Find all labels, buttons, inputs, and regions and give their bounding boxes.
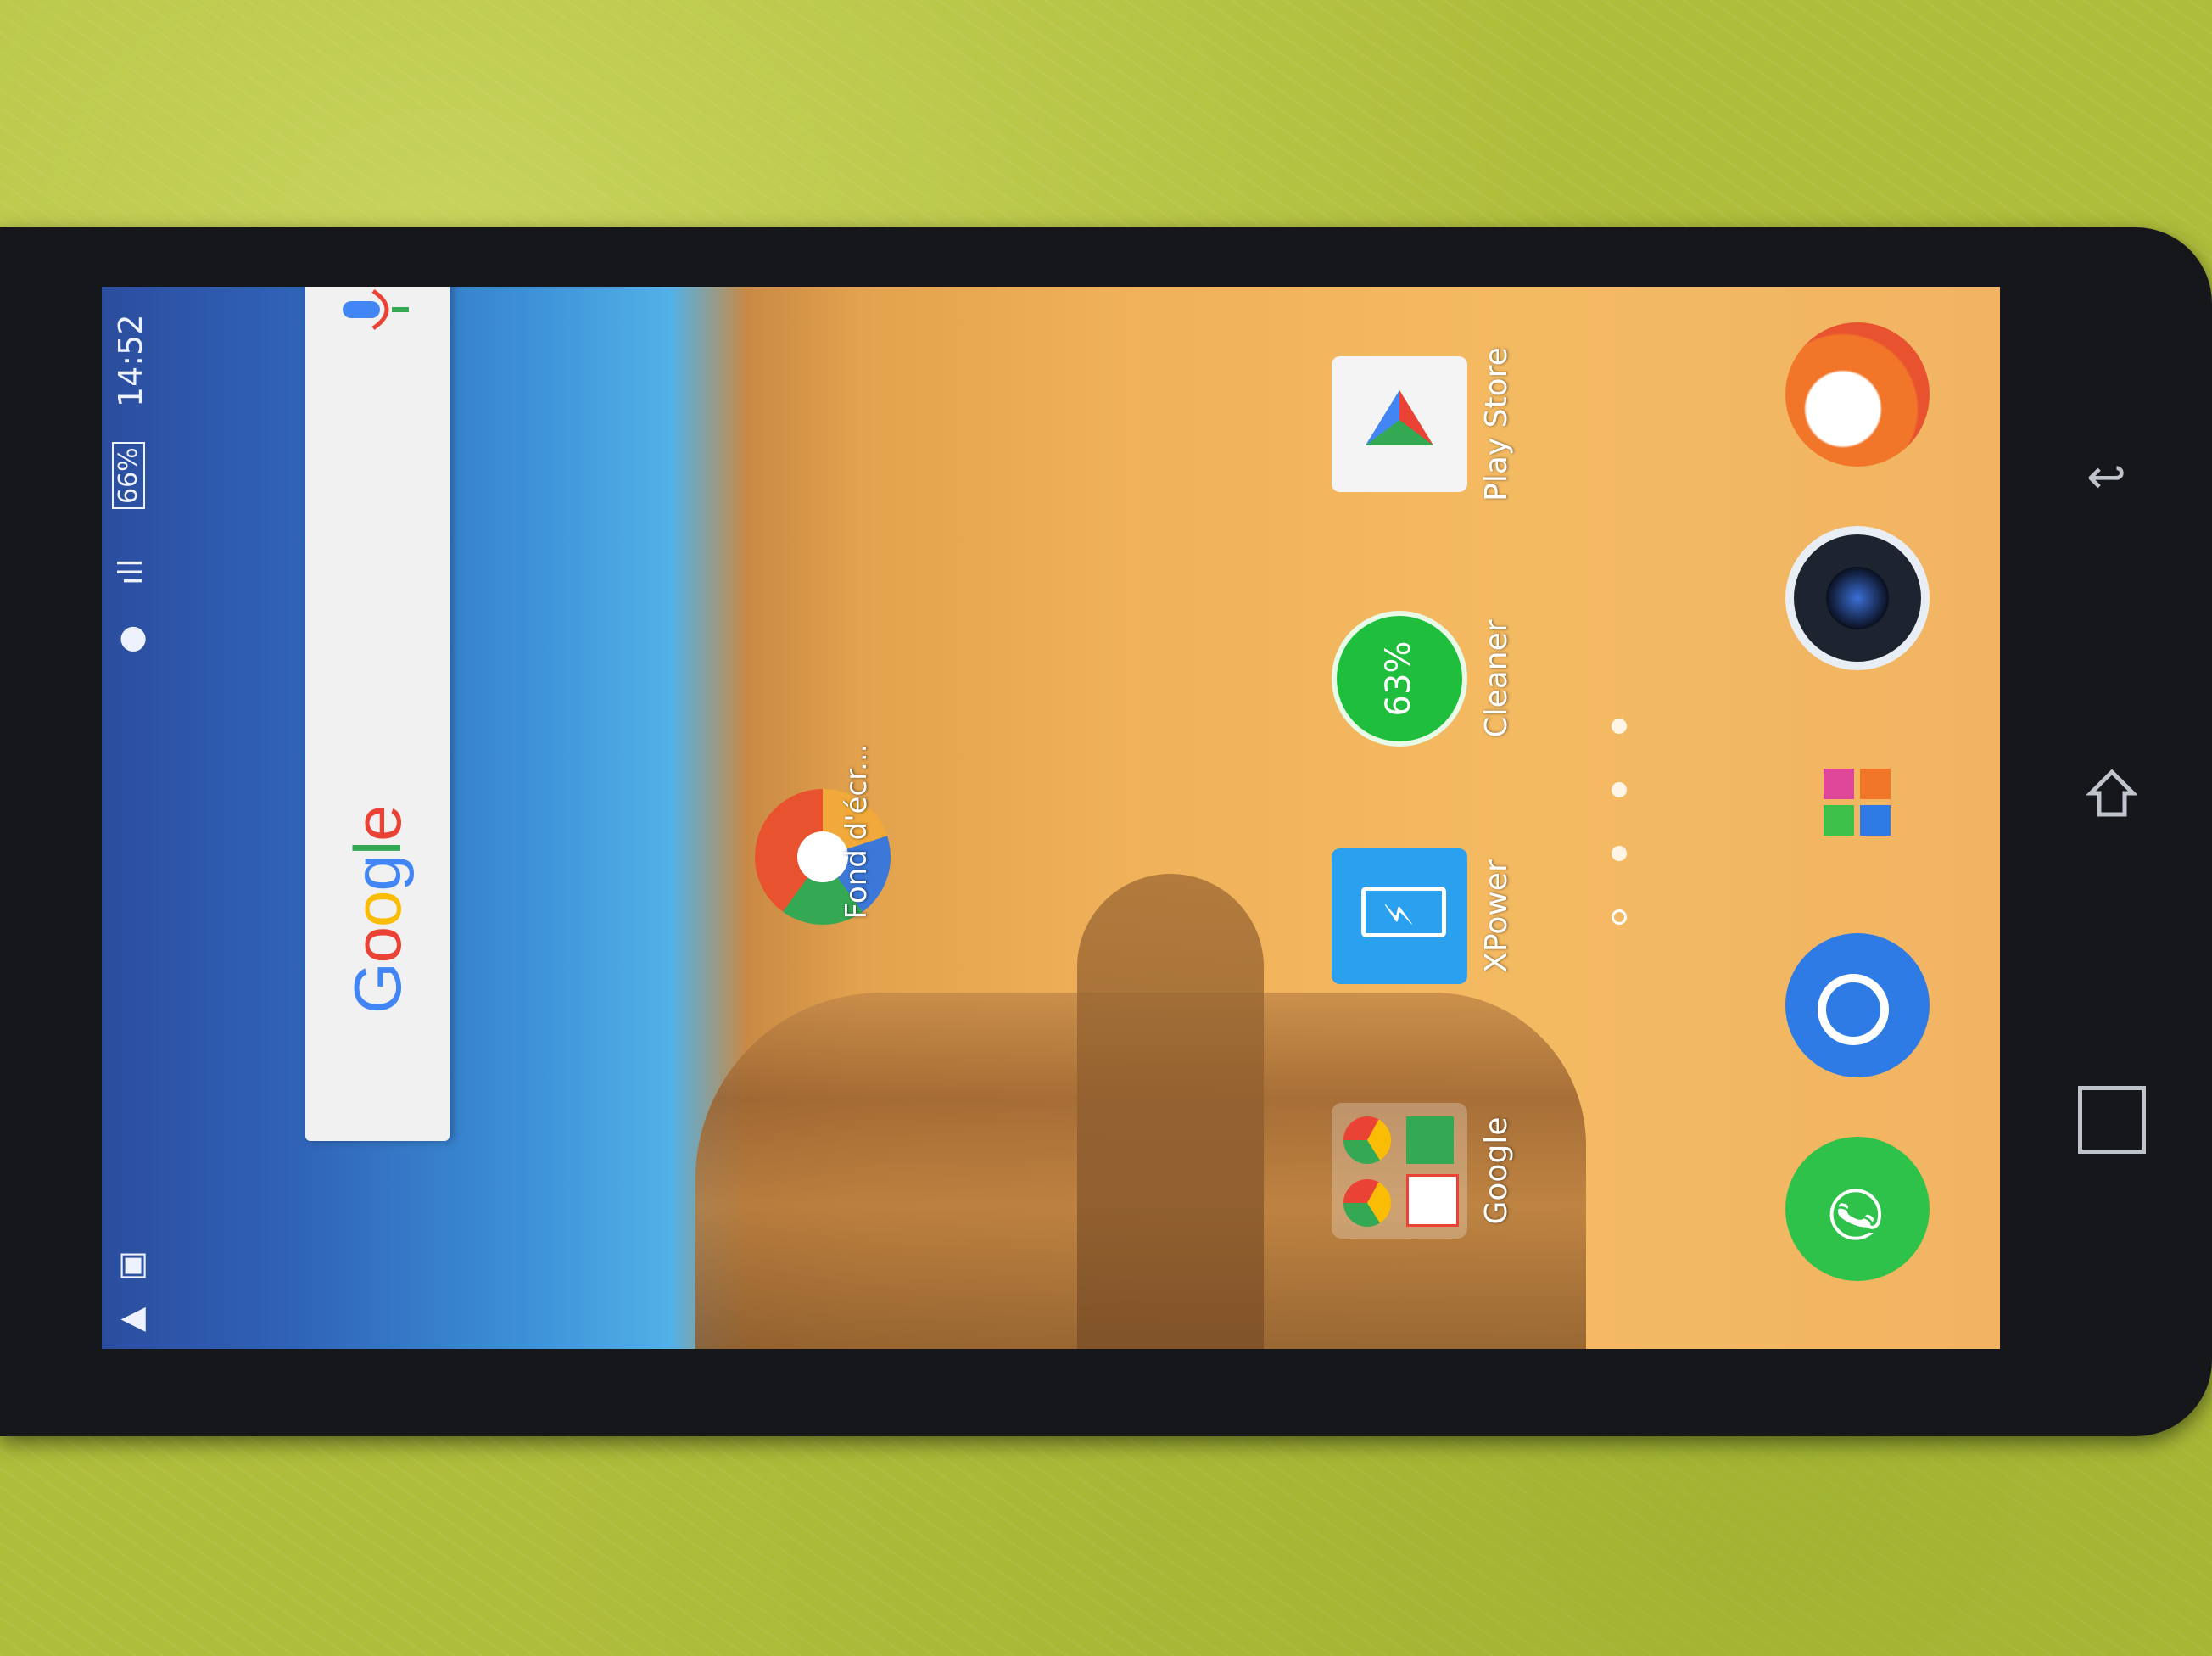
page-dot — [1612, 782, 1627, 797]
camera-icon[interactable] — [1785, 526, 1930, 670]
xpower-icon: ⚡ — [1332, 848, 1467, 984]
page-indicator — [1612, 704, 1628, 925]
cleaner-icon: 63% — [1332, 611, 1467, 747]
google-search-bar[interactable]: Google — [305, 287, 450, 1141]
mic-icon[interactable] — [339, 287, 416, 335]
app-play-store[interactable]: Play Store — [1332, 314, 1514, 534]
page-dot-current — [1612, 909, 1627, 925]
app-label-xpower: XPower — [1479, 859, 1514, 973]
page-dot — [1612, 719, 1627, 734]
phone-icon[interactable]: ✆ — [1785, 1137, 1930, 1281]
app-drawer-icon[interactable] — [1785, 730, 1930, 874]
image-notification-icon: ▣ — [112, 1250, 149, 1281]
signal-icon: ıll — [112, 558, 149, 585]
google-logo: Google — [340, 805, 415, 1014]
app-google-folder[interactable]: Google — [1332, 1060, 1514, 1281]
play-triangle-icon — [1366, 390, 1433, 445]
app-xpower[interactable]: ⚡ XPower — [1332, 806, 1514, 1027]
app-label-cleaner: Cleaner — [1479, 619, 1514, 738]
google-folder-icon — [1332, 1103, 1467, 1239]
page-dot — [1612, 846, 1627, 861]
widget-label: Fond d'écr... — [840, 743, 874, 920]
home-screen: ▲ ▣ ● ıll 66% 14:52 Google Fond d'écr...… — [102, 287, 2000, 1349]
clock: 14:52 — [112, 314, 149, 407]
recents-icon[interactable] — [2078, 1086, 2146, 1154]
browser-icon[interactable] — [1785, 322, 1930, 467]
app-label-play-store: Play Store — [1479, 347, 1514, 501]
cleaner-badge: 63% — [1379, 641, 1418, 717]
app-cleaner[interactable]: 63% Cleaner — [1332, 568, 1514, 789]
home-icon[interactable] — [2085, 768, 2139, 819]
messages-icon[interactable] — [1785, 933, 1930, 1077]
back-icon[interactable]: ↩ — [2086, 450, 2137, 505]
wallpaper-rock-lower — [1077, 874, 1264, 1349]
status-bar: ▲ ▣ ● ıll 66% 14:52 — [102, 287, 161, 1349]
battery-icon: 66% — [112, 442, 145, 509]
location-icon: ● — [112, 624, 149, 653]
app-label-google: Google — [1479, 1116, 1514, 1225]
alert-icon: ▲ — [112, 1306, 149, 1332]
play-store-icon — [1332, 356, 1467, 492]
